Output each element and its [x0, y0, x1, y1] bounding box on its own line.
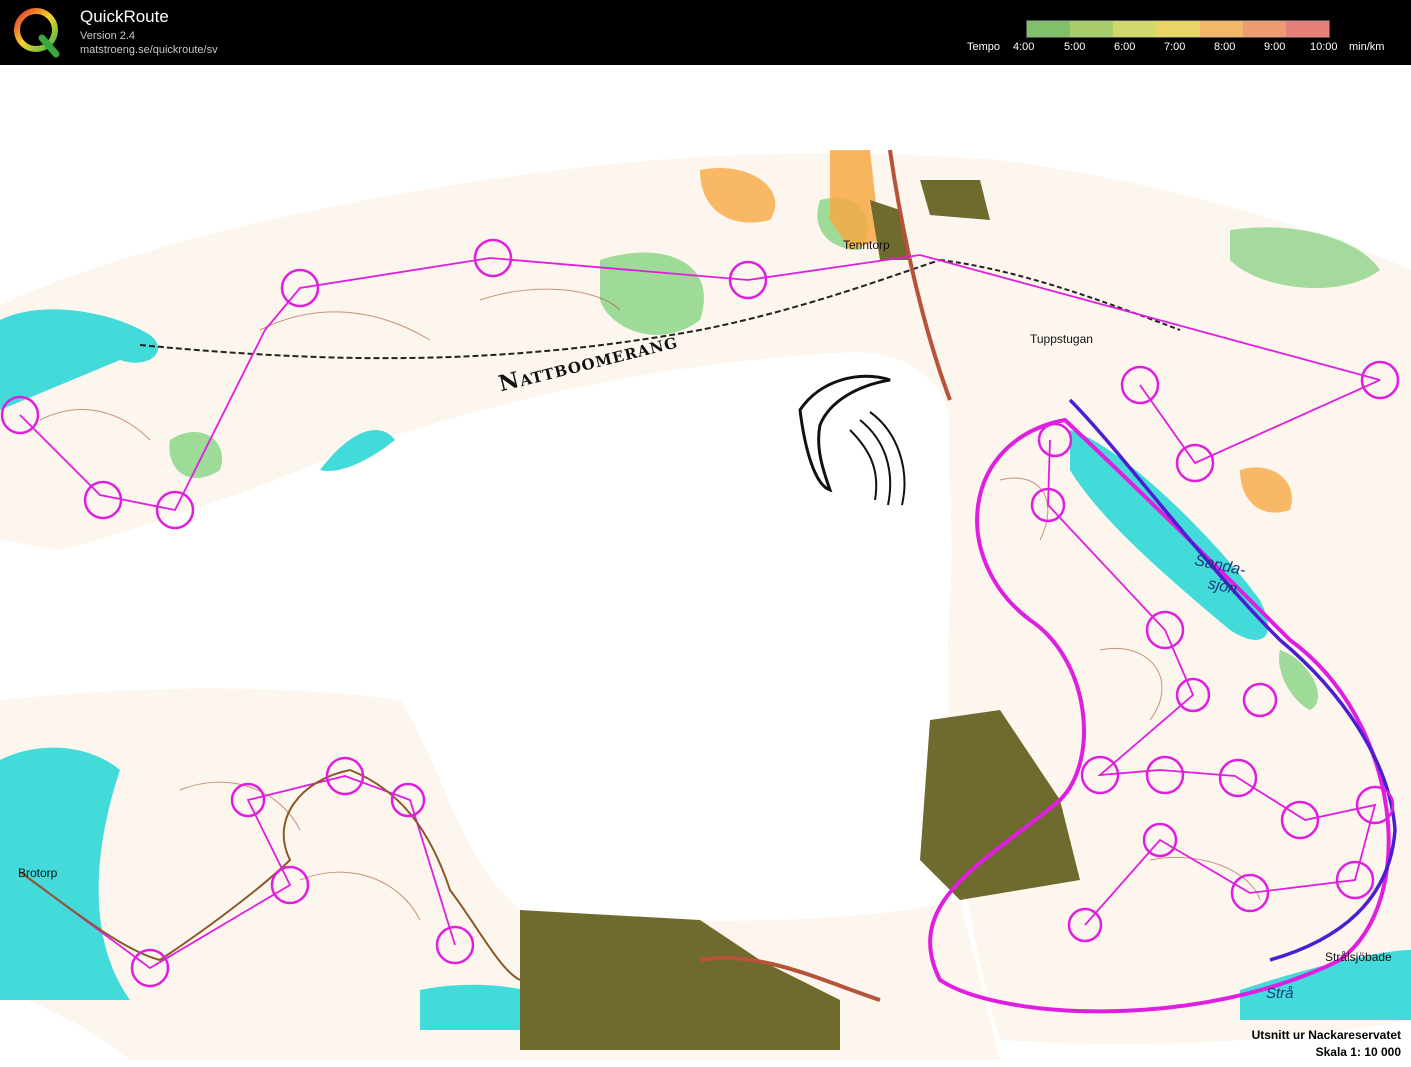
tempo-color-swatch: [1113, 21, 1157, 37]
place-label-tuppstugan: Tuppstugan: [1030, 332, 1093, 346]
tempo-color-swatch: [1156, 21, 1200, 37]
tempo-color-scale: [1026, 20, 1330, 38]
tempo-tick: 8:00: [1214, 41, 1236, 53]
tempo-tick: 5:00: [1064, 41, 1086, 53]
app-version: Version 2.4: [80, 30, 136, 42]
map-area-right: [947, 400, 1411, 1044]
boomerang-icon: [798, 374, 906, 506]
place-label-brotorp: Brotorp: [18, 866, 58, 880]
tempo-tick: 10:00: [1310, 41, 1338, 53]
place-label-stralsjobadet: Strålsjöbade: [1325, 950, 1392, 964]
tempo-color-swatch: [1285, 21, 1329, 37]
place-label-tenntorp: Tenntorp: [843, 238, 890, 252]
quickroute-logo: [14, 8, 60, 58]
tempo-color-swatch: [1242, 21, 1286, 37]
tempo-color-swatch: [1027, 21, 1071, 37]
top-bar: QuickRoute Version 2.4 matstroeng.se/qui…: [0, 0, 1411, 65]
tempo-tick: 4:00: [1013, 41, 1035, 53]
tempo-tick: 6:00: [1114, 41, 1136, 53]
tempo-tick: 9:00: [1264, 41, 1286, 53]
settlement-area: [920, 180, 990, 220]
map-source-note: Utsnitt ur Nackareservatet: [1251, 1028, 1401, 1042]
map-scale-note: Skala 1: 10 000: [1315, 1045, 1401, 1059]
tempo-label: Tempo: [967, 41, 1001, 53]
app-title: QuickRoute: [80, 7, 169, 26]
tempo-tick: 7:00: [1164, 41, 1186, 53]
tempo-color-swatch: [1070, 21, 1114, 37]
tempo-unit: min/km: [1349, 41, 1385, 53]
app-url[interactable]: matstroeng.se/quickroute/sv: [80, 44, 218, 56]
tempo-color-swatch: [1199, 21, 1243, 37]
lake-label-stra: Strå: [1266, 985, 1294, 1002]
